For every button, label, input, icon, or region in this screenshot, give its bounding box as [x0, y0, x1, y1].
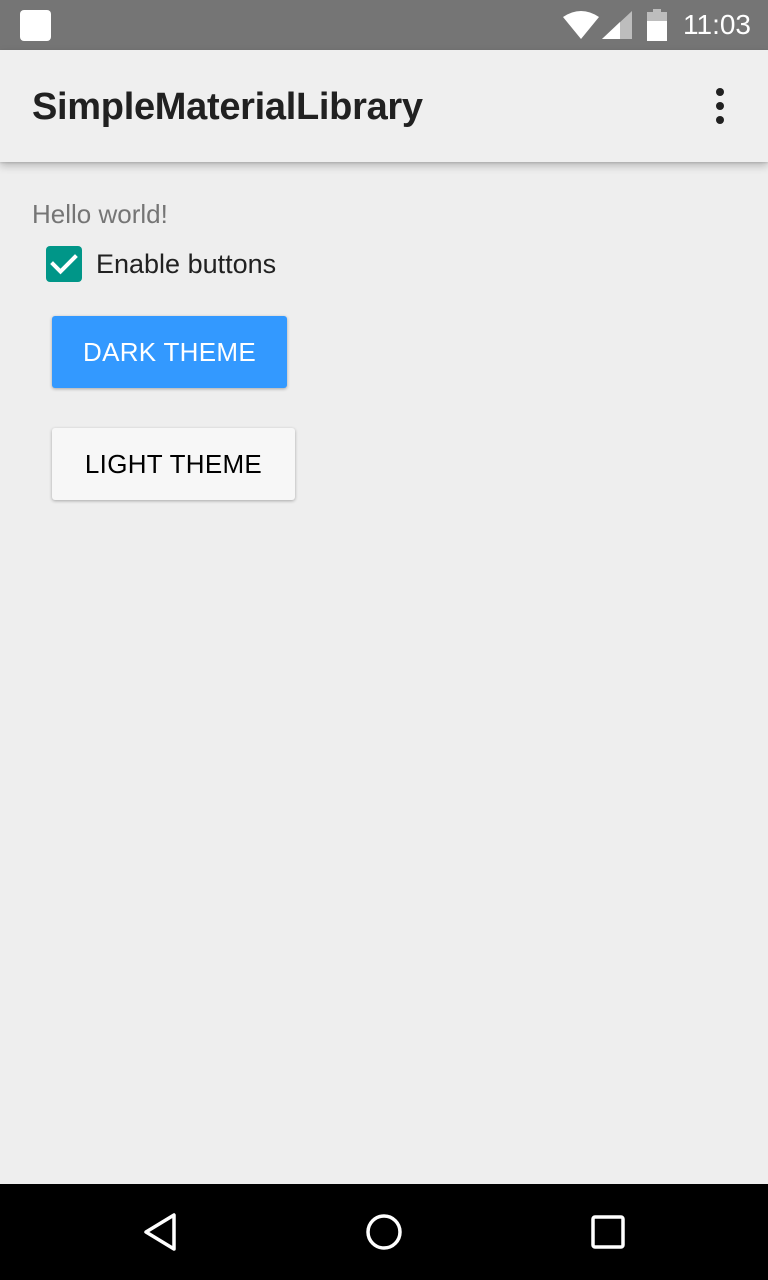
wifi-icon [563, 11, 599, 39]
more-vert-icon[interactable] [696, 82, 744, 130]
checkbox-box[interactable] [46, 246, 82, 282]
app-bar: SimpleMaterialLibrary [0, 50, 768, 162]
status-bar: 11:03 [0, 0, 768, 50]
hello-text: Hello world! [32, 199, 168, 229]
notification-icon [20, 10, 51, 41]
battery-icon [647, 9, 667, 41]
signal-icon [602, 11, 632, 39]
checkbox-label: Enable buttons [96, 248, 277, 279]
more-dot [716, 88, 724, 96]
back-icon [144, 1213, 176, 1251]
light-theme-button[interactable]: LIGHT THEME [52, 428, 295, 500]
enable-buttons-checkbox[interactable]: Enable buttons [46, 246, 276, 282]
screen: 11:03 SimpleMaterialLibrary Hello world!… [0, 0, 768, 1280]
clock: 11:03 [683, 9, 751, 40]
home-icon [366, 1214, 402, 1250]
back-button[interactable] [136, 1208, 184, 1256]
more-dot [716, 116, 724, 124]
more-dot [716, 102, 724, 110]
recents-icon [591, 1215, 625, 1249]
dark-theme-button[interactable]: DARK THEME [52, 316, 287, 388]
home-button[interactable] [360, 1208, 408, 1256]
check-icon [50, 254, 78, 275]
navigation-bar [0, 1184, 768, 1280]
recents-button[interactable] [584, 1208, 632, 1256]
app-title: SimpleMaterialLibrary [32, 86, 423, 128]
